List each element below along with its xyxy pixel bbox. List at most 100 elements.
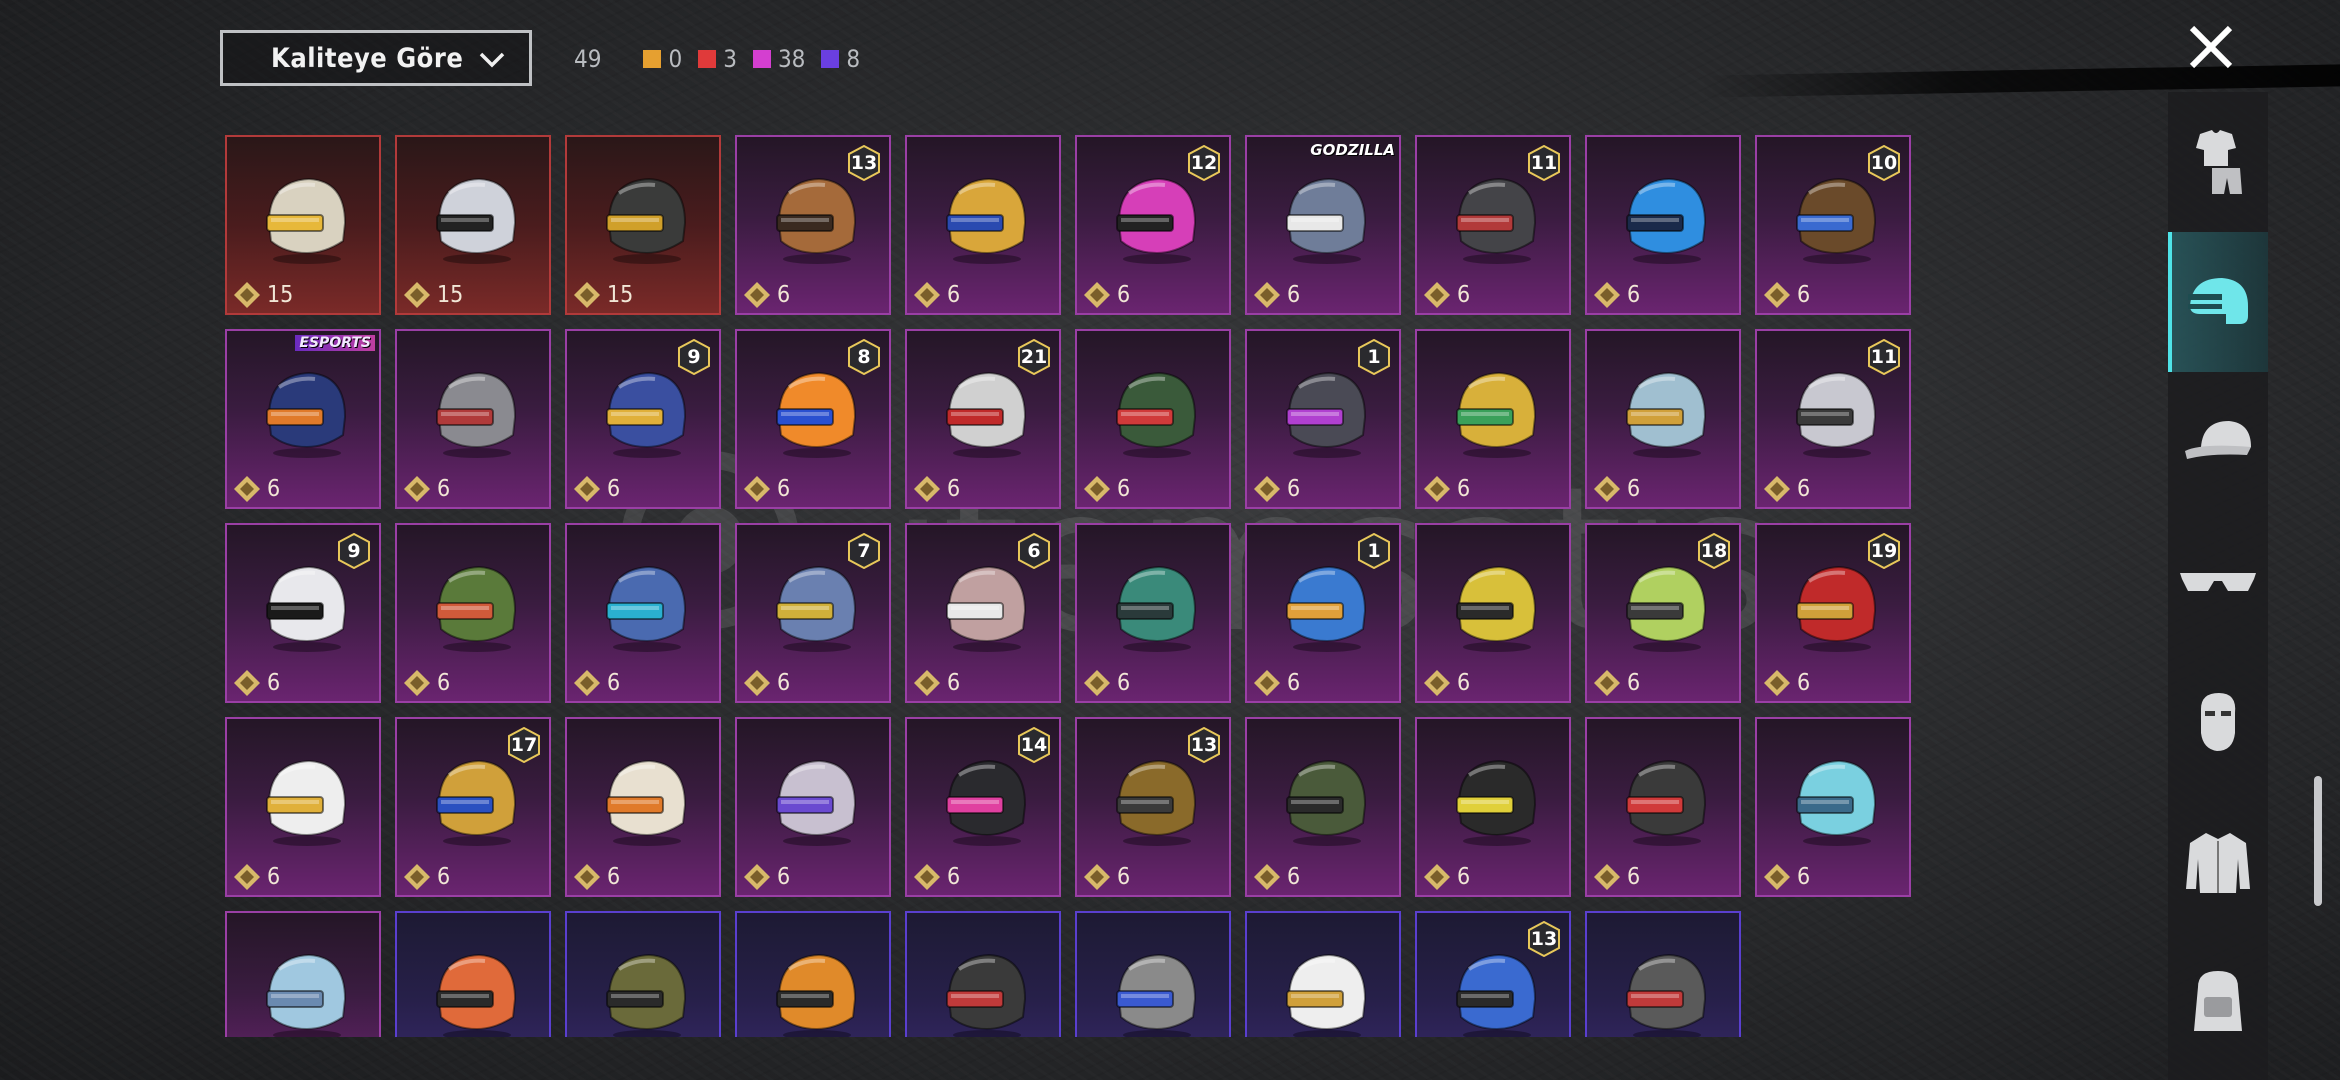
item-points-value: 6: [437, 670, 451, 696]
item-card[interactable]: 6: [565, 523, 721, 703]
face-tab[interactable]: [2168, 652, 2268, 792]
item-card[interactable]: 15: [565, 135, 721, 315]
item-points: 6: [743, 863, 790, 891]
helmet-icon: [1626, 177, 1707, 264]
helmet-icon: [266, 177, 347, 264]
item-card[interactable]: ESPORTS 6: [225, 329, 381, 509]
item-card[interactable]: 6: [1415, 523, 1571, 703]
item-card[interactable]: GODZILLA 6: [1245, 135, 1401, 315]
outfit-tab[interactable]: [2168, 92, 2268, 232]
points-diamond-icon: [1764, 282, 1790, 308]
item-card[interactable]: 6: [735, 717, 891, 897]
item-card[interactable]: 15: [225, 135, 381, 315]
helmet-icon: [266, 759, 347, 846]
item-card[interactable]: 11 6: [1755, 329, 1911, 509]
item-card[interactable]: 6: [1075, 329, 1231, 509]
item-card[interactable]: 6: [1755, 717, 1911, 897]
item-card[interactable]: 15: [395, 135, 551, 315]
item-card[interactable]: 21 6: [905, 329, 1061, 509]
item-card[interactable]: 14 6: [905, 717, 1061, 897]
level-badge: 13: [847, 145, 881, 181]
glasses-tab[interactable]: [2168, 512, 2268, 652]
item-card[interactable]: 76: [735, 523, 891, 703]
close-button[interactable]: [2186, 22, 2236, 72]
points-diamond-icon: [574, 670, 600, 696]
hat-tab[interactable]: [2168, 372, 2268, 512]
item-card[interactable]: 6: [565, 717, 721, 897]
item-card[interactable]: 10 6: [1755, 135, 1911, 315]
item-points-value: 6: [267, 670, 281, 696]
level-badge: 10: [1867, 145, 1901, 181]
item-points: 6: [233, 475, 280, 503]
helmet-icon: [606, 565, 687, 652]
level-badge: 17: [507, 727, 541, 763]
item-card[interactable]: [225, 911, 381, 1037]
item-points: 6: [1593, 863, 1640, 891]
item-points-value: 6: [607, 670, 621, 696]
sort-dropdown[interactable]: Kaliteye Göre: [220, 30, 532, 86]
item-points-value: 6: [1627, 476, 1641, 502]
item-card[interactable]: 13 6: [735, 135, 891, 315]
item-points: 6: [1083, 669, 1130, 697]
item-card[interactable]: 6: [1415, 329, 1571, 509]
rarity-count-value: 8: [846, 45, 861, 73]
points-diamond-icon: [1424, 282, 1450, 308]
item-points-value: 6: [777, 282, 791, 308]
item-points: 6: [743, 669, 790, 697]
item-points-value: 6: [1117, 476, 1131, 502]
level-badge-value: 1: [1367, 540, 1381, 562]
item-card[interactable]: [1585, 911, 1741, 1037]
item-card[interactable]: 6: [1585, 329, 1741, 509]
item-card[interactable]: 11 6: [1415, 135, 1571, 315]
item-card[interactable]: 16: [1245, 523, 1401, 703]
item-card[interactable]: 6: [1075, 523, 1231, 703]
helmet-tab[interactable]: [2168, 232, 2268, 372]
item-card[interactable]: 19 6: [1755, 523, 1911, 703]
item-card[interactable]: 13: [1415, 911, 1571, 1037]
item-points: 6: [1423, 863, 1470, 891]
sort-dropdown-label: Kaliteye Göre: [271, 42, 464, 74]
item-card[interactable]: [395, 911, 551, 1037]
item-card[interactable]: 96: [565, 329, 721, 509]
item-card[interactable]: 6: [905, 135, 1061, 315]
helmet-icon: [606, 177, 687, 264]
rarity-counts: 49 0 3 38 8: [574, 44, 876, 74]
item-card[interactable]: 17 6: [395, 717, 551, 897]
item-card[interactable]: 12 6: [1075, 135, 1231, 315]
item-card[interactable]: 13 6: [1075, 717, 1231, 897]
item-points: 6: [573, 863, 620, 891]
level-badge: 13: [1187, 727, 1221, 763]
item-card[interactable]: [905, 911, 1061, 1037]
level-badge-value: 13: [1190, 734, 1218, 756]
item-card[interactable]: 66: [905, 523, 1061, 703]
rarity-count-value: 3: [723, 45, 737, 73]
item-points-value: 6: [947, 864, 961, 890]
item-points-value: 6: [1287, 864, 1301, 890]
points-diamond-icon: [574, 476, 600, 502]
item-card[interactable]: [1245, 911, 1401, 1037]
item-card[interactable]: 6: [1585, 717, 1741, 897]
item-card[interactable]: [735, 911, 891, 1037]
item-card[interactable]: 6: [395, 329, 551, 509]
item-card[interactable]: 6: [1585, 135, 1741, 315]
item-card[interactable]: [1075, 911, 1231, 1037]
jacket-tab[interactable]: [2168, 792, 2268, 932]
backpack-tab[interactable]: [2168, 932, 2268, 1072]
item-card[interactable]: 6: [225, 717, 381, 897]
scrollbar[interactable]: [2314, 776, 2322, 906]
item-card[interactable]: 6: [1415, 717, 1571, 897]
item-card[interactable]: 6: [395, 523, 551, 703]
item-points-value: 6: [1627, 670, 1641, 696]
points-diamond-icon: [1594, 476, 1620, 502]
helmet-icon: [266, 371, 347, 458]
item-card[interactable]: [565, 911, 721, 1037]
helmet-icon: [266, 565, 347, 652]
item-card[interactable]: 6: [1245, 717, 1401, 897]
helmet-icon: [436, 371, 517, 458]
level-badge-value: 14: [1020, 734, 1048, 756]
item-card[interactable]: 18 6: [1585, 523, 1741, 703]
item-card[interactable]: 16: [1245, 329, 1401, 509]
helmet-icon: [436, 177, 517, 264]
item-card[interactable]: 86: [735, 329, 891, 509]
item-card[interactable]: 96: [225, 523, 381, 703]
